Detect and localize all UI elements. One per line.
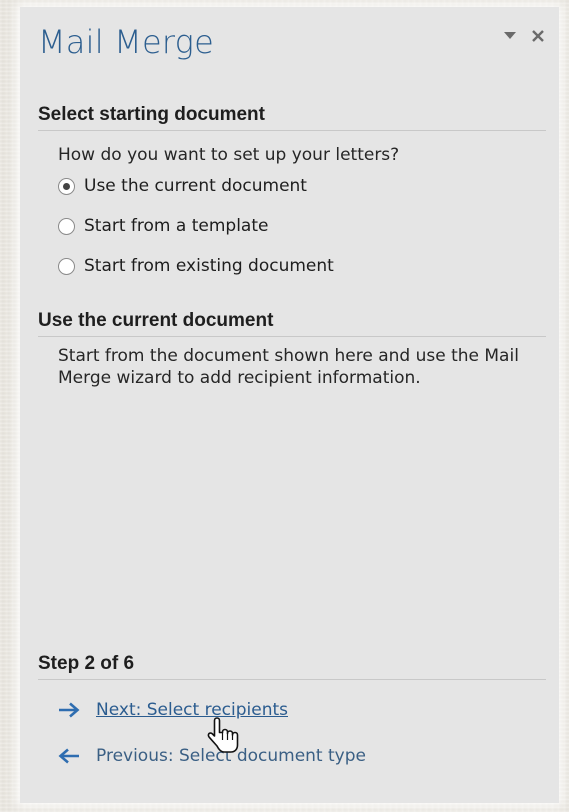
next-step-link[interactable]: Next: Select recipients	[58, 700, 288, 720]
pane-title: Mail Merge	[38, 23, 214, 61]
section-heading-select-starting-document: Select starting document	[38, 104, 546, 131]
hand-pointer-cursor-icon	[207, 716, 241, 756]
radio-button[interactable]	[58, 217, 75, 235]
section-description: Start from the document shown here and u…	[58, 346, 519, 388]
close-pane-button[interactable]	[529, 27, 547, 45]
radio-label: Start from existing document	[84, 256, 334, 276]
arrow-left-icon	[58, 747, 82, 765]
close-icon	[532, 30, 544, 42]
step-indicator: Step 2 of 6	[38, 653, 546, 680]
radio-button-selected[interactable]	[58, 177, 75, 195]
radio-option-current-document[interactable]: Use the current document	[58, 176, 307, 196]
next-step-label[interactable]: Next: Select recipients	[96, 700, 288, 720]
pane-controls	[501, 27, 547, 45]
radio-label: Start from a template	[84, 216, 269, 236]
radio-option-existing-document[interactable]: Start from existing document	[58, 256, 334, 276]
arrow-right-icon	[58, 701, 82, 719]
pane-header: Mail Merge	[20, 7, 559, 97]
radio-option-template[interactable]: Start from a template	[58, 216, 268, 236]
triangle-down-icon	[504, 32, 516, 39]
radio-button[interactable]	[58, 257, 75, 275]
section-heading-use-current-document: Use the current document	[38, 310, 546, 337]
radio-label: Use the current document	[84, 176, 307, 196]
task-pane-options-button[interactable]	[501, 27, 519, 45]
mail-merge-pane: Mail Merge Select starting document How …	[20, 7, 559, 803]
setup-question: How do you want to set up your letters?	[58, 145, 400, 165]
